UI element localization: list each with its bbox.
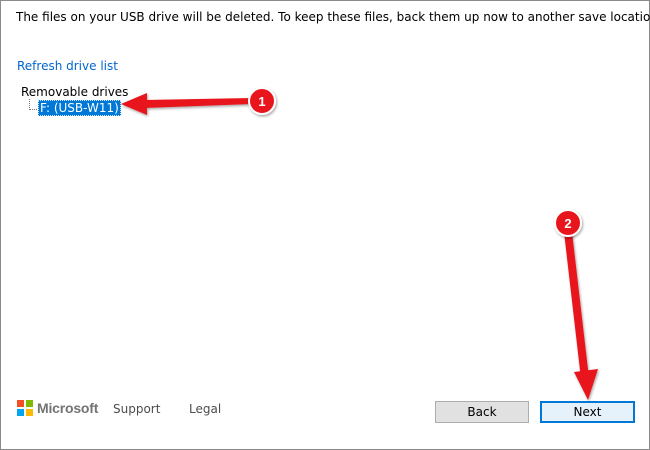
microsoft-wordmark: Microsoft [37,400,99,416]
support-link[interactable]: Support [113,402,160,416]
legal-link[interactable]: Legal [189,402,221,416]
warning-message: The files on your USB drive will be dele… [16,10,650,24]
microsoft-logo: Microsoft [17,400,98,416]
microsoft-squares-icon [17,400,33,416]
tree-item-usb-drive[interactable]: F: (USB-W11) [38,100,121,116]
tree-root-removable-drives: Removable drives [21,85,129,99]
setup-dialog: The files on your USB drive will be dele… [0,0,650,450]
back-button[interactable]: Back [435,401,529,423]
refresh-drive-list-link[interactable]: Refresh drive list [17,59,118,73]
next-button[interactable]: Next [540,401,635,423]
